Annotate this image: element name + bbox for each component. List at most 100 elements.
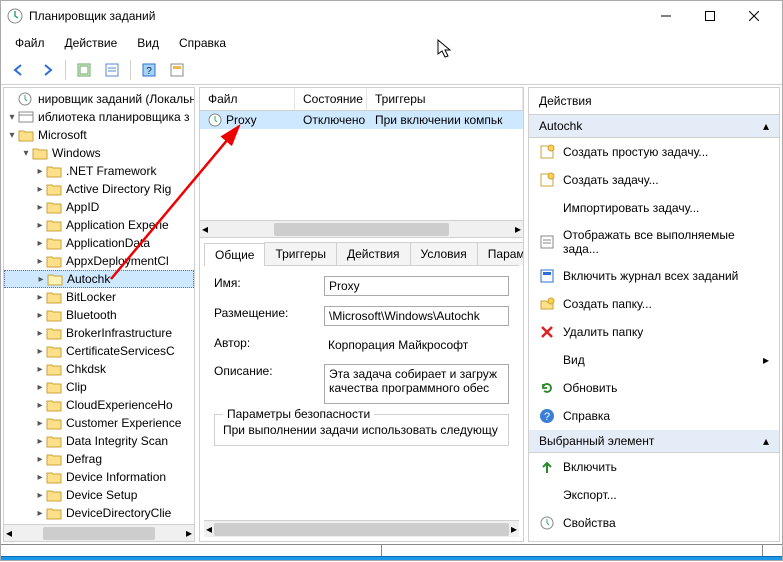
col-triggers[interactable]: Триггеры — [367, 88, 523, 110]
action-отображать-все-выполняемые-зада-[interactable]: Отображать все выполняемые зада... — [529, 222, 779, 262]
menu-view[interactable]: Вид — [129, 34, 167, 52]
expander-icon[interactable]: ▸ — [34, 328, 46, 339]
action-включить-журнал-всех-заданий[interactable]: Включить журнал всех заданий — [529, 262, 779, 290]
run-button[interactable] — [165, 59, 189, 81]
task-row[interactable]: Proxy Отключено При включении компьк — [200, 111, 523, 129]
expander-icon[interactable]: ▸ — [34, 400, 46, 411]
expander-icon[interactable]: ▸ — [34, 184, 46, 195]
minimize-button[interactable] — [644, 1, 688, 31]
tree-item-customer-experience[interactable]: ▸ Customer Experience — [4, 414, 194, 432]
tree-item-appid[interactable]: ▸ AppID — [4, 198, 194, 216]
scroll-left-icon[interactable]: ◂ — [206, 522, 212, 536]
expander-icon[interactable]: ▸ — [34, 382, 46, 393]
tree-item-brokerinfrastructure[interactable]: ▸ BrokerInfrastructure — [4, 324, 194, 342]
forward-button[interactable] — [35, 59, 59, 81]
tree-item-cloudexperienceho[interactable]: ▸ CloudExperienceHo — [4, 396, 194, 414]
expander-icon[interactable]: ▸ — [34, 220, 46, 231]
tree-item-appxdeploymentcl[interactable]: ▸ AppxDeploymentCl — [4, 252, 194, 270]
expander-icon[interactable]: ▸ — [34, 346, 46, 357]
scroll-right-icon[interactable]: ▸ — [511, 522, 517, 536]
tree-item-clip[interactable]: ▸ Clip — [4, 378, 194, 396]
tree-item-application-experie[interactable]: ▸ Application Experie — [4, 216, 194, 234]
action-справка[interactable]: ?Справка — [529, 402, 779, 430]
expander-icon[interactable]: ▸ — [34, 418, 46, 429]
tree-item-device-information[interactable]: ▸ Device Information — [4, 468, 194, 486]
expander-icon[interactable]: ▾ — [6, 130, 18, 141]
collapse-icon[interactable]: ▴ — [763, 119, 769, 133]
tree-hscroll[interactable]: ◂ ▸ — [4, 524, 194, 541]
tab-triggers[interactable]: Триггеры — [264, 242, 337, 265]
back-button[interactable] — [7, 59, 31, 81]
scroll-right-icon[interactable]: ▸ — [515, 222, 521, 236]
task-tree[interactable]: нировщик заданий (Локальн▾иблиотека план… — [4, 88, 194, 524]
expander-icon[interactable]: ▸ — [35, 274, 47, 285]
tab-conditions[interactable]: Условия — [410, 242, 478, 265]
field-description[interactable]: Эта задача собирает и загруж качества пр… — [324, 364, 509, 404]
tree-microsoft[interactable]: ▾ Microsoft — [4, 126, 194, 144]
action-удалить[interactable]: Удалить — [529, 537, 779, 541]
expander-icon[interactable]: ▾ — [20, 148, 32, 159]
field-name[interactable]: Proxy — [324, 276, 509, 296]
expander-icon[interactable]: ▸ — [34, 202, 46, 213]
details-button[interactable] — [100, 59, 124, 81]
expander-icon[interactable]: ▸ — [34, 238, 46, 249]
tab-actions[interactable]: Действия — [336, 242, 411, 265]
actions-section-autochk[interactable]: Autochk▴ — [529, 115, 779, 138]
tree-item-bluetooth[interactable]: ▸ Bluetooth — [4, 306, 194, 324]
field-author: Корпорация Майкрософт — [324, 336, 509, 354]
scope-button[interactable] — [72, 59, 96, 81]
tree-library[interactable]: ▾иблиотека планировщика з — [4, 108, 194, 126]
tasklist-hscroll[interactable]: ◂ ▸ — [200, 220, 523, 237]
action-свойства[interactable]: Свойства — [529, 509, 779, 537]
col-state[interactable]: Состояние — [295, 88, 367, 110]
tab-params[interactable]: Парам — [477, 242, 523, 265]
action-создать-папку-[interactable]: Создать папку... — [529, 290, 779, 318]
close-button[interactable] — [732, 1, 776, 31]
details-hscroll[interactable]: ◂ ▸ — [204, 520, 519, 537]
col-file[interactable]: Файл — [200, 88, 295, 110]
action-удалить-папку[interactable]: Удалить папку — [529, 318, 779, 346]
action-экспорт-[interactable]: Экспорт... — [529, 481, 779, 509]
expander-icon[interactable]: ▸ — [34, 310, 46, 321]
tab-general[interactable]: Общие — [204, 243, 265, 266]
tree-item-device-setup[interactable]: ▸ Device Setup — [4, 486, 194, 504]
tree-root[interactable]: нировщик заданий (Локальн — [4, 90, 194, 108]
expander-icon[interactable]: ▸ — [34, 472, 46, 483]
action-включить[interactable]: Включить — [529, 453, 779, 481]
maximize-button[interactable] — [688, 1, 732, 31]
scroll-left-icon[interactable]: ◂ — [6, 526, 12, 540]
tree-windows[interactable]: ▾ Windows — [4, 144, 194, 162]
action-вид[interactable]: Вид▸ — [529, 346, 779, 374]
tree-item-bitlocker[interactable]: ▸ BitLocker — [4, 288, 194, 306]
action-обновить[interactable]: Обновить — [529, 374, 779, 402]
action-создать-задачу-[interactable]: Создать задачу... — [529, 166, 779, 194]
menu-action[interactable]: Действие — [57, 34, 126, 52]
tree-item-certificateservicesc[interactable]: ▸ CertificateServicesC — [4, 342, 194, 360]
menu-file[interactable]: Файл — [7, 34, 53, 52]
scroll-left-icon[interactable]: ◂ — [202, 222, 208, 236]
expander-icon[interactable]: ▸ — [34, 490, 46, 501]
expander-icon[interactable]: ▸ — [34, 364, 46, 375]
expander-icon[interactable]: ▸ — [34, 436, 46, 447]
expander-icon[interactable]: ▸ — [34, 166, 46, 177]
collapse-icon[interactable]: ▴ — [763, 434, 769, 448]
help-button[interactable]: ? — [137, 59, 161, 81]
expander-icon[interactable]: ▸ — [34, 508, 46, 519]
tree-item-data-integrity-scan[interactable]: ▸ Data Integrity Scan — [4, 432, 194, 450]
tree-item-autochk[interactable]: ▸ Autochk — [4, 270, 194, 288]
expander-icon[interactable]: ▸ — [34, 454, 46, 465]
expander-icon[interactable]: ▸ — [34, 256, 46, 267]
actions-section-selected[interactable]: Выбранный элемент▴ — [529, 430, 779, 453]
action-создать-простую-задачу-[interactable]: Создать простую задачу... — [529, 138, 779, 166]
tree-item-devicedirectoryclie[interactable]: ▸ DeviceDirectoryClie — [4, 504, 194, 522]
tree-item-chkdsk[interactable]: ▸ Chkdsk — [4, 360, 194, 378]
tree-item-active-directory-rig[interactable]: ▸ Active Directory Rig — [4, 180, 194, 198]
task-list-header[interactable]: Файл Состояние Триггеры — [200, 88, 523, 111]
action-импортировать-задачу-[interactable]: Импортировать задачу... — [529, 194, 779, 222]
menu-help[interactable]: Справка — [171, 34, 234, 52]
tree-item-applicationdata[interactable]: ▸ ApplicationData — [4, 234, 194, 252]
tree-item--net-framework[interactable]: ▸ .NET Framework — [4, 162, 194, 180]
expander-icon[interactable]: ▸ — [34, 292, 46, 303]
tree-item-defrag[interactable]: ▸ Defrag — [4, 450, 194, 468]
scroll-right-icon[interactable]: ▸ — [186, 526, 192, 540]
